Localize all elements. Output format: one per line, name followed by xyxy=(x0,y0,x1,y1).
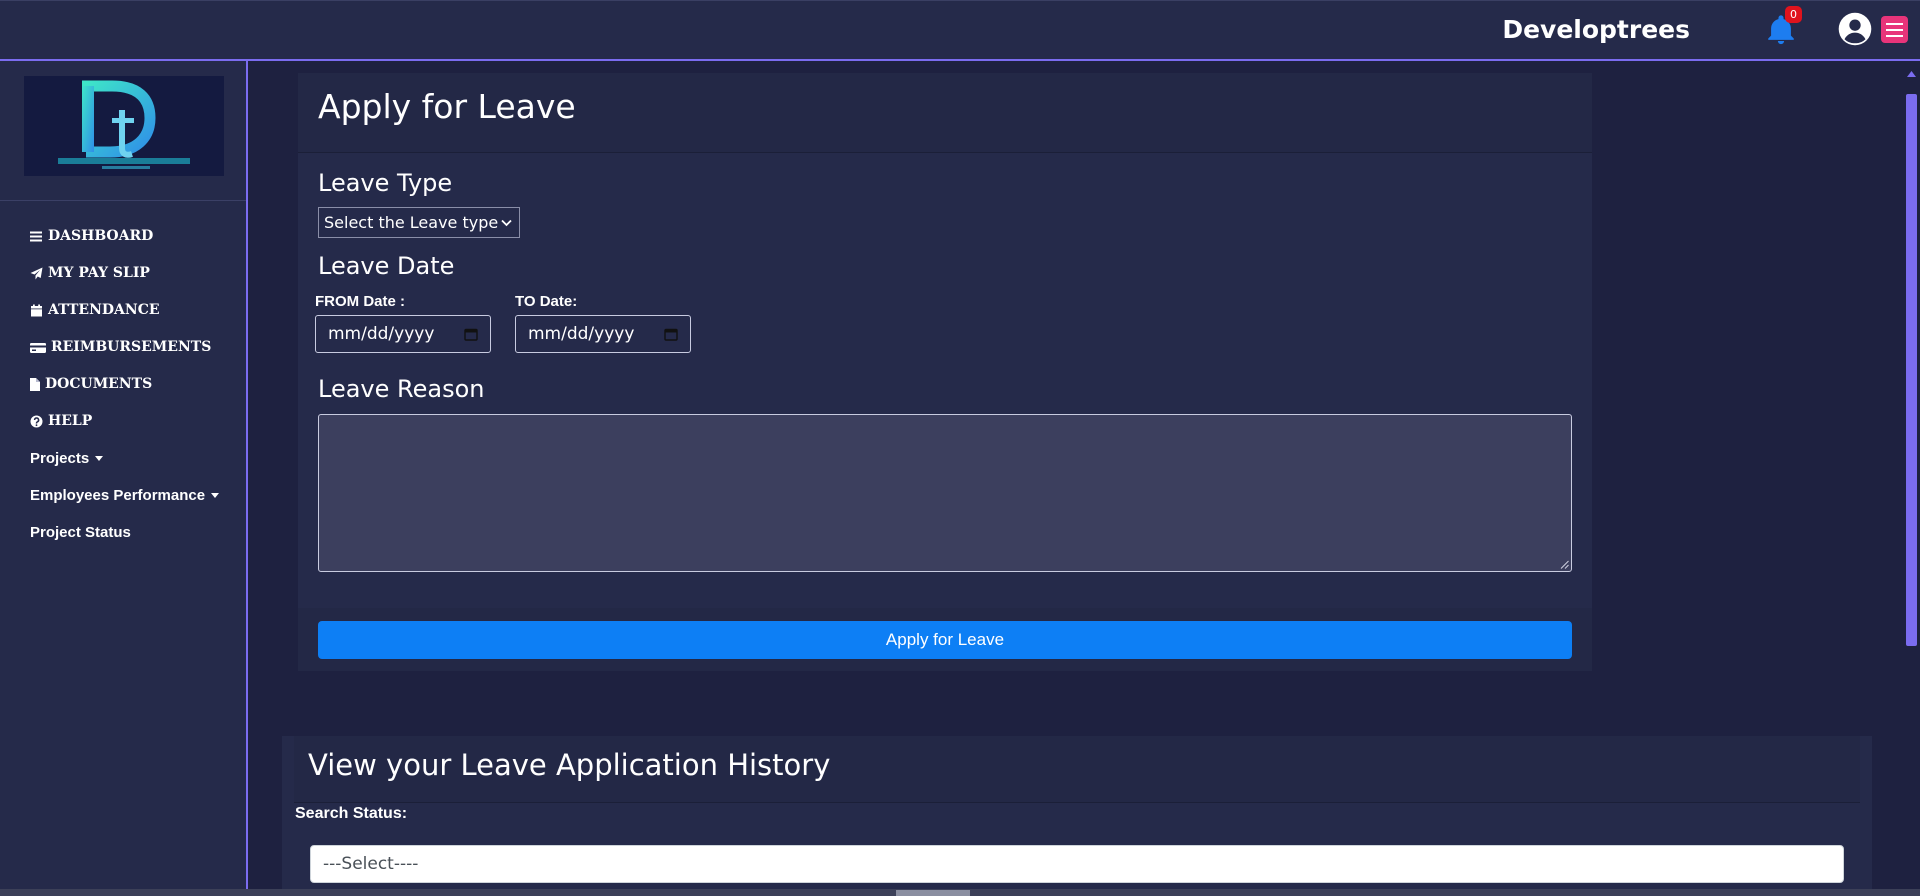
from-date-value: mm/dd/yyyy xyxy=(328,324,435,344)
apply-leave-title: Apply for Leave xyxy=(318,87,576,126)
top-navbar: Developtrees xyxy=(0,0,1920,61)
bars-icon xyxy=(30,231,42,241)
hamburger-menu-button[interactable] xyxy=(1881,16,1908,43)
from-date-label: FROM Date : xyxy=(315,293,405,310)
calendar-picker-icon[interactable] xyxy=(664,327,678,341)
sidebar-item-label: DOCUMENTS xyxy=(45,376,153,392)
question-circle-icon xyxy=(30,415,43,427)
to-date-label: TO Date: xyxy=(515,293,578,310)
sidebar-item-help[interactable]: HELP xyxy=(30,413,92,429)
paper-plane-icon xyxy=(30,267,43,279)
sidebar-item-label: Employees Performance xyxy=(30,487,206,504)
file-icon xyxy=(30,377,40,391)
sidebar-item-label: MY PAY SLIP xyxy=(48,265,150,281)
search-status-select[interactable]: ---Select---- xyxy=(310,845,1844,883)
user-account-icon[interactable] xyxy=(1838,12,1872,46)
to-date-input[interactable]: mm/dd/yyyy xyxy=(515,315,691,353)
caret-down-icon xyxy=(95,456,104,461)
calendar-picker-icon[interactable] xyxy=(464,327,478,341)
apply-for-leave-button[interactable]: Apply for Leave xyxy=(318,621,1572,659)
sidebar-item-dashboard[interactable]: DASHBOARD xyxy=(30,228,153,244)
calendar-icon xyxy=(31,304,42,316)
apply-leave-card-header: Apply for Leave xyxy=(298,73,1592,153)
developtrees-logo-icon xyxy=(58,80,190,169)
sidebar: DASHBOARD MY PAY SLIP ATTENDANCE REIMBUR… xyxy=(0,61,248,896)
credit-card-icon xyxy=(30,342,46,353)
sidebar-item-projects[interactable]: Projects xyxy=(30,450,104,467)
from-date-input[interactable]: mm/dd/yyyy xyxy=(315,315,491,353)
caret-down-icon xyxy=(211,493,220,498)
sidebar-item-project-status[interactable]: Project Status xyxy=(30,524,131,541)
brand-name: Developtrees xyxy=(1502,15,1690,44)
sidebar-item-attendance[interactable]: ATTENDANCE xyxy=(30,302,160,318)
sidebar-item-label: HELP xyxy=(48,413,93,429)
sidebar-item-label: Project Status xyxy=(30,524,131,541)
search-status-label: Search Status: xyxy=(295,805,408,822)
sidebar-item-reimbursements[interactable]: REIMBURSEMENTS xyxy=(30,339,211,355)
horizontal-scroll-thumb[interactable] xyxy=(896,890,970,896)
sidebar-item-label: DASHBOARD xyxy=(48,228,154,244)
leave-reason-label: Leave Reason xyxy=(318,375,485,403)
company-logo[interactable] xyxy=(24,76,224,176)
notification-count-badge: 0 xyxy=(1785,6,1802,23)
sidebar-divider xyxy=(0,200,246,201)
leave-type-select[interactable]: Select the Leave type xyxy=(318,207,520,238)
resize-grip-icon[interactable] xyxy=(1560,560,1569,569)
vertical-scroll-thumb[interactable] xyxy=(1906,94,1917,646)
sidebar-item-label: ATTENDANCE xyxy=(48,302,160,318)
leave-history-title: View your Leave Application History xyxy=(308,748,831,782)
sidebar-item-label: REIMBURSEMENTS xyxy=(51,339,212,355)
sidebar-item-documents[interactable]: DOCUMENTS xyxy=(30,376,152,392)
leave-reason-textarea[interactable] xyxy=(318,414,1572,572)
sidebar-item-my-pay-slip[interactable]: MY PAY SLIP xyxy=(30,265,150,281)
leave-date-label: Leave Date xyxy=(318,252,455,280)
leave-history-card-header: View your Leave Application History xyxy=(294,736,1860,803)
apply-leave-card: Apply for Leave xyxy=(298,73,1592,671)
scroll-up-arrow-icon[interactable] xyxy=(1907,71,1916,77)
sidebar-item-label: Projects xyxy=(30,450,90,467)
leave-type-select-value: Select the Leave type xyxy=(324,213,499,232)
leave-type-label: Leave Type xyxy=(318,169,453,197)
chevron-down-icon xyxy=(501,219,512,226)
to-date-value: mm/dd/yyyy xyxy=(528,324,635,344)
sidebar-item-employees-performance[interactable]: Employees Performance xyxy=(30,487,220,504)
